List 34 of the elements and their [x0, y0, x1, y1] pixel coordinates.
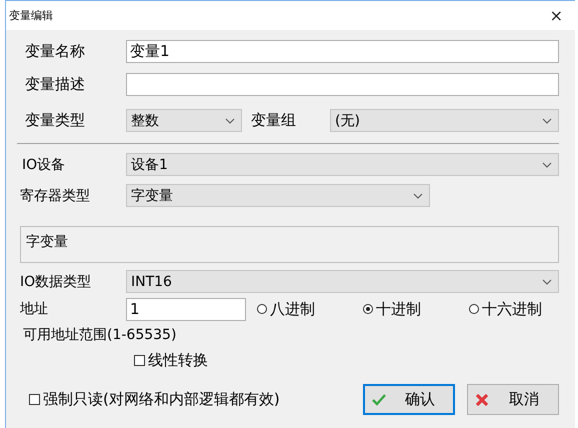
- chevron-down-icon: [225, 118, 235, 124]
- field-label: 寄存器类型: [19, 186, 91, 204]
- radio-option[interactable]: 八进制: [257, 300, 315, 318]
- radio-option[interactable]: 十进制: [363, 300, 421, 318]
- chevron-down-icon: [542, 118, 552, 124]
- field-label: IO设备: [21, 156, 66, 174]
- field-label: 变量组: [250, 111, 297, 130]
- input-field[interactable]: 变量1: [126, 40, 559, 63]
- dropdown[interactable]: 设备1: [126, 153, 559, 176]
- field-label: 地址: [19, 300, 49, 318]
- window-title: 变量编辑: [9, 8, 53, 23]
- dropdown[interactable]: 字变量: [126, 184, 430, 207]
- checkbox-option[interactable]: 强制只读(对网络和内部逻辑都有效): [29, 390, 280, 409]
- chevron-down-icon: [542, 162, 552, 168]
- dropdown[interactable]: 整数: [126, 109, 242, 132]
- field-label: 变量名称: [24, 42, 86, 61]
- radio-option[interactable]: 十六进制: [469, 300, 542, 318]
- checkmark-icon: [371, 392, 387, 408]
- input-field[interactable]: 1: [126, 298, 246, 320]
- confirm-button[interactable]: 确认: [363, 384, 455, 415]
- field-label: 变量类型: [24, 111, 86, 130]
- checkbox-option[interactable]: 线性转换: [134, 351, 208, 370]
- input-field[interactable]: [126, 73, 559, 96]
- info-box: 字变量: [20, 226, 559, 263]
- field-label: 变量描述: [24, 75, 86, 94]
- range-text: 可用地址范围(1-65535): [23, 326, 178, 345]
- close-button[interactable]: ×: [540, 6, 573, 25]
- dropdown[interactable]: (无): [330, 109, 559, 132]
- dropdown[interactable]: INT16: [126, 270, 559, 293]
- close-icon: [474, 392, 490, 408]
- cancel-button[interactable]: 取消: [467, 384, 559, 415]
- field-label: IO数据类型: [19, 272, 92, 290]
- chevron-down-icon: [413, 192, 423, 198]
- chevron-down-icon: [542, 278, 552, 284]
